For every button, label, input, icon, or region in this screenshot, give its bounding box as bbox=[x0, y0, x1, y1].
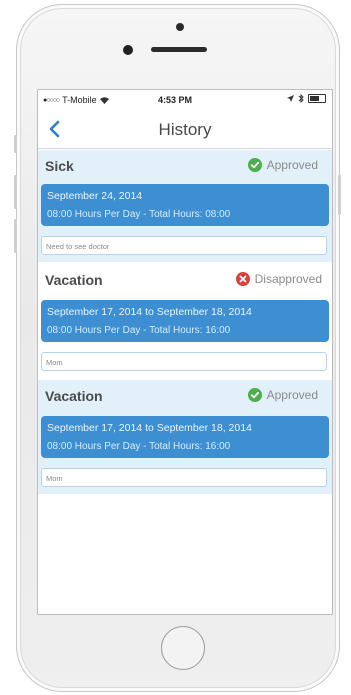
page-title: History bbox=[158, 120, 212, 139]
status-label: Approved bbox=[266, 158, 318, 172]
battery-icon bbox=[308, 94, 326, 103]
app-screen: ●○○○○ T-Mobile 4:53 PM History Sick Appr… bbox=[37, 89, 333, 615]
note-field: Need to see doctor bbox=[41, 236, 327, 255]
status-badge: Approved bbox=[247, 158, 318, 172]
hours-summary: 08:00 Hours Per Day - Total Hours: 16:00 bbox=[47, 441, 231, 452]
status-left: ●○○○○ T-Mobile bbox=[43, 95, 109, 105]
request-card[interactable]: Vacation Approved September 17, 2014 to … bbox=[38, 380, 332, 494]
request-header: Sick Approved bbox=[38, 150, 332, 180]
hours-summary: 08:00 Hours Per Day - Total Hours: 08:00 bbox=[47, 209, 231, 220]
check-circle-icon bbox=[247, 388, 262, 402]
date-range: September 17, 2014 to September 18, 2014 bbox=[47, 422, 252, 434]
location-arrow-icon bbox=[287, 95, 294, 102]
status-badge: Disapproved bbox=[235, 272, 322, 286]
request-card[interactable]: Vacation Disapproved September 17, 2014 … bbox=[38, 264, 332, 378]
signal-dots-icon: ●○○○○ bbox=[43, 96, 60, 104]
mute-switch bbox=[14, 135, 17, 153]
request-header: Vacation Disapproved bbox=[38, 264, 332, 294]
status-time: 4:53 PM bbox=[158, 95, 193, 105]
carrier-label: T-Mobile bbox=[62, 95, 97, 105]
request-card[interactable]: Sick Approved September 24, 2014 08:00 H… bbox=[38, 150, 332, 262]
check-circle-icon bbox=[247, 158, 262, 172]
status-bar: ●○○○○ T-Mobile 4:53 PM bbox=[38, 90, 332, 110]
date-card: September 24, 2014 08:00 Hours Per Day -… bbox=[41, 184, 329, 226]
leave-type: Sick bbox=[45, 158, 74, 174]
status-right bbox=[287, 94, 326, 103]
bluetooth-icon bbox=[298, 94, 304, 103]
date-card: September 17, 2014 to September 18, 2014… bbox=[41, 416, 329, 458]
date-range: September 17, 2014 to September 18, 2014 bbox=[47, 306, 252, 318]
volume-down-button bbox=[14, 219, 17, 253]
home-button[interactable] bbox=[161, 626, 205, 670]
proximity-sensor bbox=[123, 45, 133, 55]
note-field: Mom bbox=[41, 468, 327, 487]
wifi-icon bbox=[99, 96, 109, 104]
hours-summary: 08:00 Hours Per Day - Total Hours: 16:00 bbox=[47, 325, 231, 336]
x-circle-icon bbox=[235, 272, 250, 286]
status-label: Disapproved bbox=[254, 272, 322, 286]
leave-type: Vacation bbox=[45, 388, 103, 404]
date-card: September 17, 2014 to September 18, 2014… bbox=[41, 300, 329, 342]
power-button bbox=[338, 175, 341, 215]
date-range: September 24, 2014 bbox=[47, 190, 143, 202]
status-label: Approved bbox=[266, 388, 318, 402]
request-header: Vacation Approved bbox=[38, 380, 332, 410]
status-badge: Approved bbox=[247, 388, 318, 402]
leave-type: Vacation bbox=[45, 272, 103, 288]
volume-up-button bbox=[14, 175, 17, 209]
navigation-bar: History bbox=[38, 110, 332, 149]
note-field: Mom bbox=[41, 352, 327, 371]
front-camera bbox=[176, 23, 184, 31]
earpiece-speaker bbox=[151, 47, 207, 52]
